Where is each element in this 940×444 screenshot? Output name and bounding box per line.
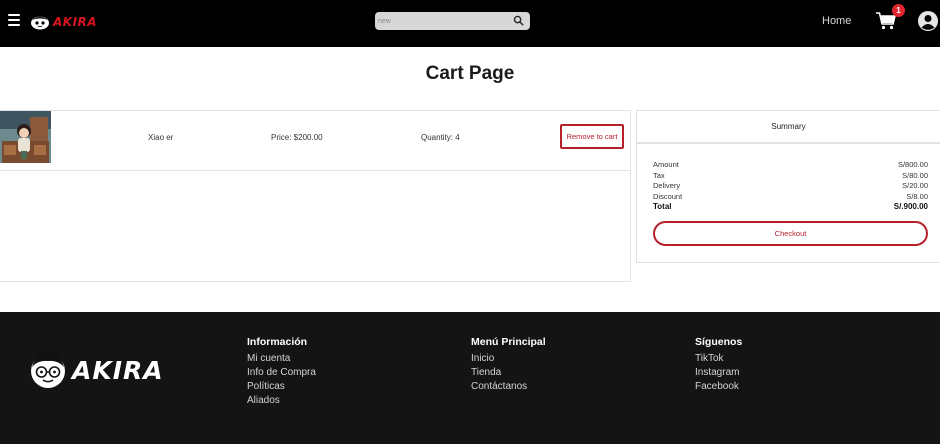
mascot-face-icon xyxy=(31,16,49,30)
footer-column-title: Menú Principal xyxy=(471,336,546,348)
footer-link-tiktok[interactable]: TikTok xyxy=(695,352,742,366)
summary-total-value: S/.900.00 xyxy=(893,202,928,211)
menu-icon[interactable] xyxy=(8,14,20,26)
summary-heading: Summary xyxy=(636,110,940,143)
summary-row-amount: Amount S/800.00 xyxy=(653,160,928,169)
summary-total-label: Total xyxy=(653,202,672,211)
cart-count-badge: 1 xyxy=(892,4,905,17)
user-account-icon[interactable] xyxy=(918,11,938,31)
footer-column-menu-principal: Menú Principal Inicio Tienda Contáctanos xyxy=(471,336,546,394)
summary-label: Delivery xyxy=(653,181,681,190)
footer-column-title: Síguenos xyxy=(695,336,743,348)
footer-column-title: Información xyxy=(247,336,308,348)
item-quantity: Quantity: 4 xyxy=(421,133,460,142)
page-title: Cart Page xyxy=(425,63,515,84)
footer-link-contactanos[interactable]: Contáctanos xyxy=(471,380,546,394)
footer-link-instagram[interactable]: Instagram xyxy=(695,366,742,380)
footer-link-politicas[interactable]: Políticas xyxy=(247,380,316,394)
summary-label: Discount xyxy=(653,191,683,201)
summary-value: S/800.00 xyxy=(897,160,928,169)
item-price: Price: $200.00 xyxy=(271,133,323,142)
footer-column-informacion: Información Mi cuenta Info de Compra Pol… xyxy=(247,336,316,408)
checkout-button[interactable]: Checkout xyxy=(653,221,928,246)
footer-link-facebook[interactable]: Facebook xyxy=(695,380,742,394)
cart-item-row: Xiao er Price: $200.00 Quantity: 4 Remov… xyxy=(0,111,630,171)
remove-from-cart-button[interactable]: Remove to cart xyxy=(560,124,624,149)
summary-value: S/80.00 xyxy=(902,170,928,180)
item-name: Xiao er xyxy=(148,133,174,142)
search-input[interactable] xyxy=(378,14,508,28)
footer-link-inicio[interactable]: Inicio xyxy=(471,352,546,366)
search-icon[interactable] xyxy=(513,15,524,26)
footer-link-info-compra[interactable]: Info de Compra xyxy=(247,366,316,380)
figure-product-image xyxy=(0,111,51,163)
summary-row-tax: Tax S/80.00 xyxy=(653,171,928,180)
footer-column-siguenos: Síguenos TikTok Instagram Facebook xyxy=(695,336,742,394)
summary-value: S/8.00 xyxy=(906,191,928,201)
footer-link-mi-cuenta[interactable]: Mi cuenta xyxy=(247,352,316,366)
brand-name: AKIRA xyxy=(53,15,98,29)
summary-row-total: Total S/.900.00 xyxy=(653,202,928,211)
nav-home-link[interactable]: Home xyxy=(822,15,851,27)
site-footer: AKIRA Información Mi cuenta Info de Comp… xyxy=(0,312,940,444)
brand-logo[interactable]: AKIRA xyxy=(30,13,97,31)
mascot-face-icon xyxy=(31,352,65,388)
footer-link-tienda[interactable]: Tienda xyxy=(471,366,546,380)
search-bar xyxy=(375,12,530,30)
footer-brand-logo[interactable]: AKIRA xyxy=(28,350,164,390)
summary-row-delivery: Delivery S/20.00 xyxy=(653,181,928,190)
product-thumbnail[interactable] xyxy=(0,111,51,163)
summary-row-discount: Discount S/8.00 xyxy=(653,192,928,201)
footer-brand-name: AKIRA xyxy=(72,355,164,385)
summary-value: S/20.00 xyxy=(902,181,928,190)
cart-items-panel: Xiao er Price: $200.00 Quantity: 4 Remov… xyxy=(0,110,631,282)
summary-label: Amount xyxy=(653,160,679,169)
top-navbar: AKIRA Home 1 xyxy=(0,0,940,47)
footer-link-aliados[interactable]: Aliados xyxy=(247,394,316,408)
summary-label: Tax xyxy=(653,170,665,180)
summary-panel: Amount S/800.00 Tax S/80.00 Delivery S/2… xyxy=(636,143,940,263)
